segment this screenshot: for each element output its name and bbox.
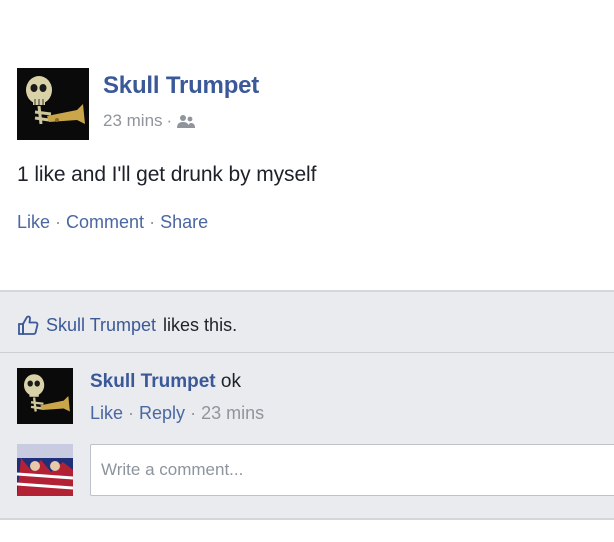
post-text: 1 like and I'll get drunk by myself [17,163,317,186]
post-action-bar: Like · Comment · Share [17,212,208,233]
post-card: Skull Trumpet 23 mins · 1 like and I'll … [0,0,614,290]
likes-summary: Skull Trumpet likes this. [17,314,237,336]
separator-dot: · [55,212,62,232]
share-link[interactable]: Share [160,212,208,233]
comment-timestamp[interactable]: 23 mins [201,403,264,424]
comment-link[interactable]: Comment [66,212,144,233]
like-link[interactable]: Like [17,212,50,233]
separator-dot: · [149,212,156,232]
viewer-avatar-art [17,444,73,496]
comment-like-link[interactable]: Like [90,403,123,424]
skull-trumpet-avatar-art [17,68,89,140]
comment-action-bar: Like · Reply · 23 mins [90,403,264,424]
separator-dot: · [190,403,197,423]
post-meta: 23 mins · [103,111,196,131]
likes-suffix-text: likes this. [163,314,238,335]
divider [0,352,614,353]
separator-dot: · [166,111,173,130]
comment-reply-link[interactable]: Reply [139,403,185,424]
author-avatar[interactable] [17,68,89,140]
separator-dot: · [128,403,135,423]
viewer-avatar [17,444,73,496]
comment-input[interactable] [90,444,614,496]
comment-author-name[interactable]: Skull Trumpet [90,371,216,392]
post-author-name[interactable]: Skull Trumpet [103,72,259,100]
thumbs-up-icon [17,314,39,336]
skull-trumpet-avatar-art [17,368,73,424]
friends-icon[interactable] [176,113,196,129]
post-timestamp[interactable]: 23 mins [103,111,163,131]
feedback-section: Skull Trumpet likes this. Skull Trumpet … [0,290,614,520]
likes-user-link[interactable]: Skull Trumpet [46,315,156,336]
comment-text: ok [220,371,241,392]
comment-author-avatar[interactable] [17,368,73,424]
comment-body: Skull Trumpet ok [90,371,241,393]
